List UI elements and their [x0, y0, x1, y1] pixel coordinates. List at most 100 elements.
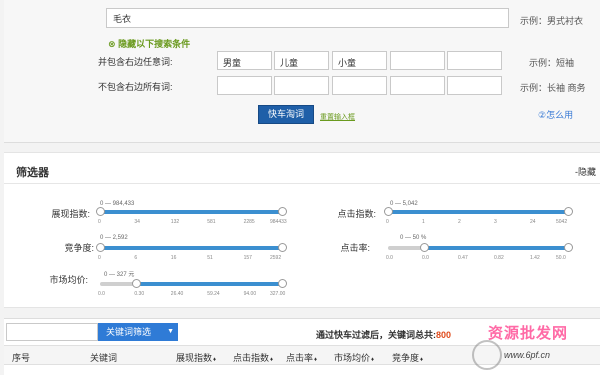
slider-tick-label: 5042: [556, 219, 568, 225]
slider-range-text: 0 — 327 元: [104, 272, 135, 278]
slider-tick-label: 2592: [270, 255, 282, 261]
include-all-field-5[interactable]: [447, 76, 502, 95]
include-any-field-2[interactable]: 儿童: [274, 51, 329, 70]
slider-high-handle[interactable]: [564, 243, 573, 252]
slider-impressions: 展现指数: 0 — 984,433 0 34 132 581 2285 984433: [4, 191, 304, 227]
slider-low-handle[interactable]: [132, 279, 142, 288]
slider-tick-label: 1.42: [530, 255, 540, 261]
include-all-label: 不包含右边所有词:: [98, 82, 173, 92]
slider-low-handle[interactable]: [384, 207, 393, 216]
table-header: 序号 关键词 展现指数♦ 点击指数♦ 点击率♦ 市场均价♦ 竞争度♦: [4, 345, 600, 365]
include-all-field-4[interactable]: [390, 76, 445, 95]
slider-tick-label: 0: [386, 219, 389, 225]
dropdown-caret-icon[interactable]: ▼: [167, 323, 174, 341]
slider-click-index: 点击指数: 0 — 5,042 0 1 2 3 24 5042: [304, 191, 600, 227]
slider-label: 竞争度:: [64, 243, 94, 253]
slider-tick-label: 0.30: [134, 291, 145, 297]
include-any-field-4[interactable]: [390, 51, 445, 70]
slider-fill: [100, 246, 282, 250]
sort-icon: ♦: [270, 357, 274, 363]
search-panel: 示例：男式衬衣 ⊗ 隐藏以下搜索条件 并包含右边任意词: 男童 儿童 小童 示例…: [4, 0, 600, 143]
slider-range-text: 0 — 984,433: [100, 201, 135, 207]
slider-tick-label: 59.24: [207, 291, 220, 297]
slider-tick-label: 50.0: [556, 255, 566, 261]
include-all-field-3[interactable]: [332, 76, 387, 95]
slider-label: 点击指数:: [337, 209, 376, 219]
slider-tick-label: 3: [494, 219, 497, 225]
slider-fill: [424, 246, 568, 250]
slider-low-handle[interactable]: [96, 207, 105, 216]
slider-tick-label: 94.00: [243, 291, 257, 297]
column-header[interactable]: 展现指数♦: [176, 351, 216, 364]
include-all-field-1[interactable]: [217, 76, 272, 95]
slider-tick-label: 0.82: [494, 255, 504, 261]
slider-tick-label: 26.40: [170, 291, 184, 297]
slider-tick-label: 1: [422, 219, 425, 225]
sort-icon: ♦: [420, 357, 424, 363]
slider-tick-label: 34: [134, 219, 140, 225]
include-any-label: 并包含右边任意词:: [98, 57, 173, 67]
slider-tick-label: 327.00: [270, 291, 286, 297]
how-to-use-link[interactable]: ②怎么用: [538, 108, 573, 121]
slider-range-text: 0 — 50 %: [400, 235, 427, 241]
slider-tick-label: 6: [134, 255, 138, 261]
results-count-message: 通过快车过滤后，关键词总共:800: [316, 330, 452, 340]
slider-market-price: 市场均价: 0 — 327 元 0.0 0.30 26.40 59.24 94.00 32…: [4, 263, 304, 303]
slider-ctr: 点击率: 0 — 50 % 0.0 0.0 0.47 0.82 1.42 50.0: [304, 227, 600, 263]
slider-tick-label: 0.0: [422, 255, 429, 261]
include-all-field-2[interactable]: [274, 76, 329, 95]
sort-icon: ♦: [371, 357, 375, 363]
filter-panel: 筛选器 -隐藏 展现指数: 0 — 984,433 0 34 132 581 2285 9…: [4, 152, 600, 308]
keyword-filter-button[interactable]: 关键词筛选 ▼: [98, 323, 178, 341]
filter-hide-toggle[interactable]: -隐藏: [575, 165, 596, 178]
slider-tick-label: 581: [207, 219, 216, 225]
toggle-conditions-link[interactable]: ⊗ 隐藏以下搜索条件: [108, 37, 190, 50]
slider-tick-label: 0.47: [458, 255, 468, 261]
divider: [4, 183, 600, 184]
reset-inputs-link[interactable]: 重置输入框: [320, 112, 355, 122]
collapse-icon: ⊗: [108, 39, 116, 49]
include-any-example: 示例：短袖: [529, 58, 575, 68]
sort-icon: ♦: [213, 357, 217, 363]
slider-high-handle[interactable]: [278, 279, 287, 288]
submit-search-button[interactable]: 快车淘词: [258, 105, 314, 124]
slider-high-handle[interactable]: [564, 207, 573, 216]
column-header[interactable]: 竞争度♦: [392, 351, 423, 364]
include-any-field-1[interactable]: 男童: [217, 51, 272, 70]
main-keyword-input[interactable]: [106, 8, 509, 28]
slider-high-handle[interactable]: [278, 243, 287, 252]
column-header: 关键词: [90, 353, 118, 363]
slider-fill: [100, 210, 282, 214]
slider-label: 展现指数:: [51, 209, 90, 219]
slider-tick-label: 16: [170, 255, 177, 261]
main-example-hint: 示例：男式衬衣: [520, 16, 584, 26]
slider-label: 市场均价:: [49, 275, 88, 285]
slider-tick-label: 2285: [243, 219, 255, 225]
slider-competition: 竞争度: 0 — 2,592 0 6 16 51 157 2592: [4, 227, 304, 263]
slider-tick-label: 0: [98, 255, 101, 261]
column-header[interactable]: 市场均价♦: [334, 351, 374, 364]
filter-title: 筛选器: [16, 167, 49, 179]
slider-fill: [136, 282, 282, 286]
slider-tick-label: 0.0: [98, 291, 105, 297]
slider-tick-label: 132: [170, 219, 180, 225]
slider-fill: [388, 210, 568, 214]
slider-low-handle[interactable]: [420, 243, 429, 252]
results-count: 800: [436, 330, 452, 340]
slider-low-handle[interactable]: [96, 243, 105, 252]
slider-tick-label: 0.0: [386, 255, 393, 261]
keyword-filter-input[interactable]: [6, 323, 98, 341]
slider-tick-label: 157: [243, 255, 252, 261]
sort-icon: ♦: [314, 357, 318, 363]
include-all-example: 示例：长袖 商务: [520, 83, 586, 93]
include-any-field-3[interactable]: 小童: [332, 51, 387, 70]
slider-tick-label: 24: [530, 219, 536, 225]
slider-label: 点击率:: [340, 243, 370, 253]
slider-high-handle[interactable]: [278, 207, 287, 216]
column-header[interactable]: 点击率♦: [286, 351, 317, 364]
include-any-field-5[interactable]: [447, 51, 502, 70]
column-header[interactable]: 点击指数♦: [233, 351, 273, 364]
slider-tick-label: 0: [98, 219, 101, 225]
slider-tick-label: 51: [207, 255, 213, 261]
slider-tick-label: 2: [458, 219, 461, 225]
